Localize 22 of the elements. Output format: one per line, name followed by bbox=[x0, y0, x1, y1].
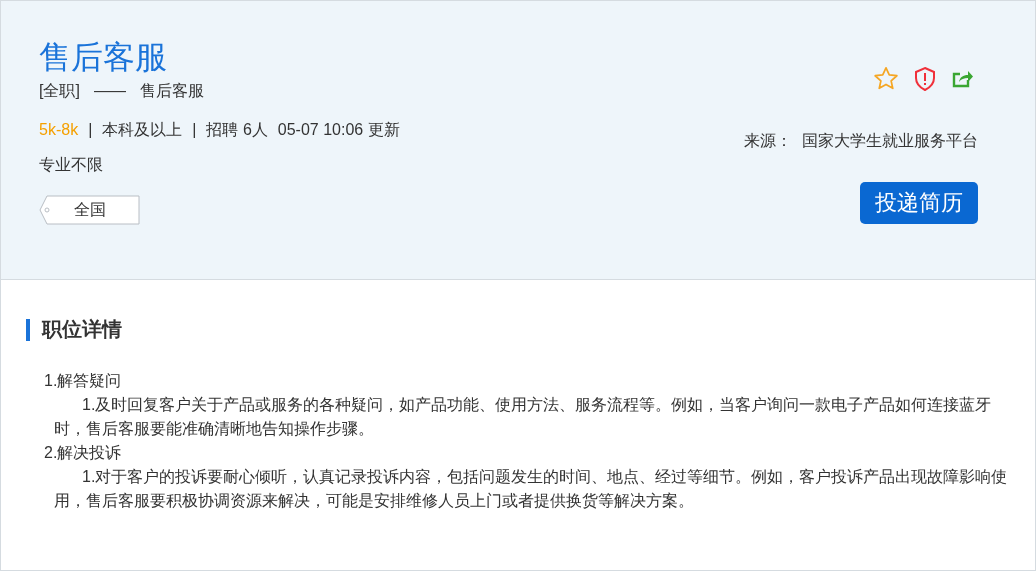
major-text: 专业不限 bbox=[39, 155, 104, 175]
source-label: 来源： bbox=[744, 131, 792, 151]
location-tag: 全国 bbox=[39, 195, 141, 225]
separator: | bbox=[88, 120, 93, 140]
meta-text: 05-07 10:06 更新 bbox=[277, 120, 400, 140]
job-title: 售后客服 bbox=[39, 38, 168, 77]
description-paragraph: 1.解答疑问 bbox=[43, 371, 123, 391]
apply-button[interactable]: 投递简历 bbox=[860, 182, 978, 224]
section-marker bbox=[26, 318, 30, 341]
section-title: 职位详情 bbox=[42, 317, 122, 342]
job-type-text: 售后客服 bbox=[139, 81, 204, 101]
description-paragraph: 1.对于客户的投诉要耐心倾听，认真记录投诉内容，包括问题发生的时间、地点、经过等细节。例如，客户投诉产品出现故障影响使用，售后客服要积极协调资源来解决，可能是安排维修人员上门或者提供换货等解决方案。 bbox=[53, 467, 1009, 511]
separator: | bbox=[192, 120, 197, 140]
source-text: 国家大学生就业服务平台 bbox=[802, 131, 978, 151]
job-type-text: —— bbox=[93, 81, 126, 101]
description-paragraph: 2.解决投诉 bbox=[43, 443, 123, 463]
job-type-text: [全职] bbox=[39, 81, 80, 101]
warning-shield-icon[interactable] bbox=[913, 66, 937, 92]
meta-text: 本科及以上 bbox=[102, 120, 183, 140]
description-paragraph: 1.及时回复客户关于产品或服务的各种疑问，如产品功能、使用方法、服务流程等。例如，当客户询问一款电子产品如何连接蓝牙时，售后客服要能准确清晰地告知操作步骤。 bbox=[53, 395, 993, 439]
salary-text: 5k-8k bbox=[39, 120, 79, 140]
meta-text: 招聘 6人 bbox=[206, 120, 268, 140]
